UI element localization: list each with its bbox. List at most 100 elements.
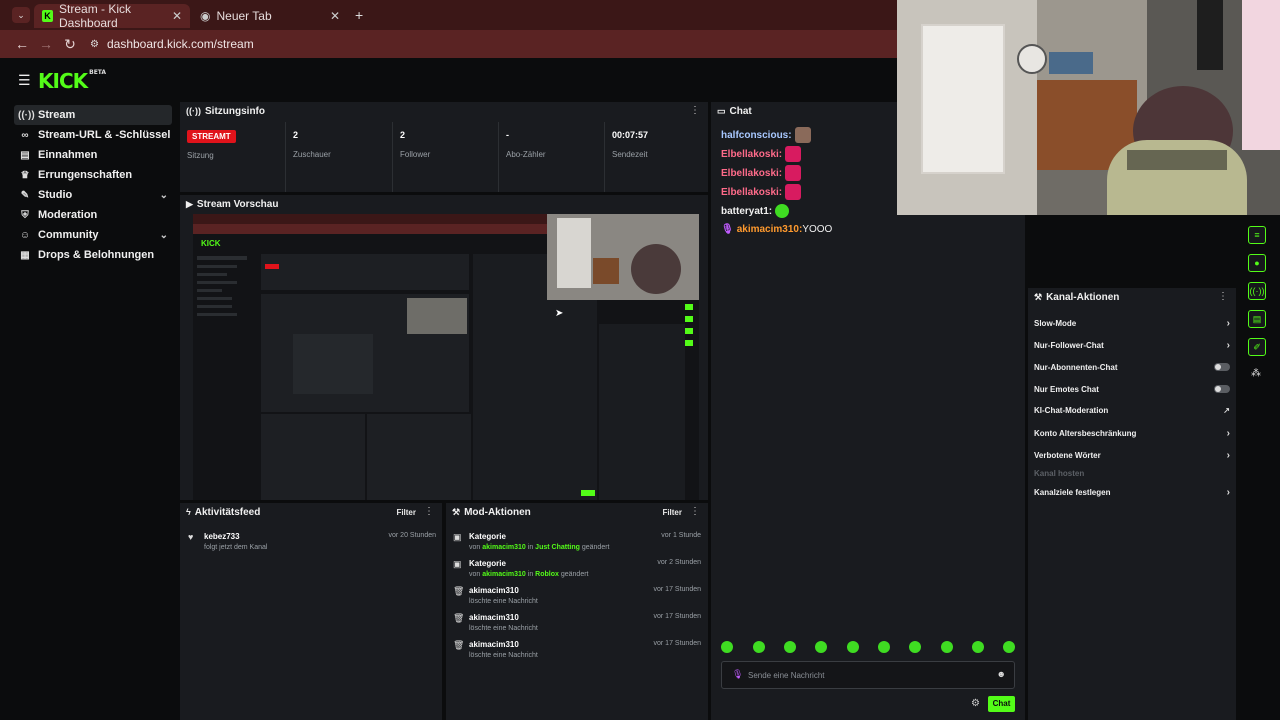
heart-icon: ♥ (188, 532, 194, 542)
emote-icon[interactable] (721, 641, 733, 653)
tab-label: Stream - Kick Dashboard (59, 2, 132, 30)
subs-stat: - Abo-Zähler (506, 130, 546, 159)
site-info-icon[interactable]: ⚙ (90, 39, 99, 50)
chat-input[interactable]: 🎙 Sende eine Nachricht ☻ (721, 661, 1015, 689)
sidebar-item-errungenschaften[interactable]: ♛ Errungenschaften (14, 165, 172, 185)
emote-icon[interactable] (909, 641, 921, 653)
age-restriction-item[interactable]: Konto Altersbeschränkung › (1034, 425, 1230, 441)
tab-list-icon[interactable]: ⌄ (12, 7, 30, 23)
emote-icon[interactable] (815, 641, 827, 653)
slow-mode-item[interactable]: Slow-Mode › (1034, 315, 1230, 331)
sidebar-item-stream-url[interactable]: ∞ Stream-URL & -Schlüssel (14, 125, 172, 145)
banned-words-item[interactable]: Verbotene Wörter › (1034, 447, 1230, 463)
url-field[interactable]: ⚙ dashboard.kick.com/stream (90, 34, 890, 54)
forward-icon[interactable]: → (38, 36, 54, 52)
emote-icon (785, 165, 802, 181)
chevron-down-icon: ⌄ (159, 229, 168, 241)
wrench-icon[interactable]: ✐ (1248, 338, 1266, 356)
emote-icon[interactable] (972, 641, 984, 653)
emote-icon[interactable] (941, 641, 953, 653)
sidebar-item-community[interactable]: ☺ Community ⌄ (14, 225, 172, 245)
category-icon: ▣ (453, 532, 462, 542)
hamburger-menu-icon[interactable]: ☰ (18, 72, 31, 89)
chat-bubble-icon[interactable]: ● (1248, 254, 1266, 272)
chevron-right-icon: › (1226, 427, 1230, 439)
live-status: STREAMT Sitzung (187, 130, 236, 160)
filter-button[interactable]: Filter (396, 508, 416, 517)
mini-icon-column (685, 304, 693, 414)
sub-chat-item: Nur-Abonnenten-Chat (1034, 359, 1230, 375)
chevron-right-icon: › (1226, 317, 1230, 329)
chat-message: halfconscious: (721, 127, 811, 143)
close-icon[interactable]: ✕ (330, 9, 340, 23)
emote-icon[interactable] (878, 641, 890, 653)
sidebar-item-moderation[interactable]: ⛨ Moderation (14, 205, 172, 225)
follower-chat-item[interactable]: Nur-Follower-Chat › (1034, 337, 1230, 353)
new-tab-icon[interactable]: + (355, 7, 363, 23)
list-item: 🗑 akimacim310 löschte eine Nachricht vor… (453, 586, 701, 605)
sidebar-item-drops[interactable]: ▦ Drops & Belohnungen (14, 245, 172, 265)
mod-badge-icon: 🎙 (721, 224, 734, 235)
trash-icon: 🗑 (453, 586, 465, 596)
chat-message: Elbellakoski: (721, 184, 802, 200)
globe-icon: ◉ (200, 9, 211, 23)
sidebar-item-einnahmen[interactable]: ▤ Einnahmen (14, 145, 172, 165)
shield-icon: ⛨ (21, 209, 29, 221)
emote-icon (785, 184, 802, 200)
kick-logo[interactable]: KICK BETA (38, 69, 106, 93)
close-icon[interactable]: ✕ (172, 9, 182, 23)
filter-button[interactable]: Filter (662, 508, 682, 517)
airtime-stat: 00:07:57 Sendezeit (612, 130, 649, 159)
kick-favicon-icon: K (42, 10, 54, 22)
tab-kick-dashboard[interactable]: K Stream - Kick Dashboard ✕ (34, 2, 190, 30)
stream-preview-video[interactable]: KICK ➤ (193, 214, 699, 500)
ai-moderation-item[interactable]: KI-Chat-Moderation ↗ (1034, 402, 1230, 418)
video-icon: ▶ (186, 198, 193, 209)
more-options-icon[interactable]: ⋮ (1218, 291, 1228, 302)
live-badge: STREAMT (187, 130, 236, 143)
add-widget-icon[interactable]: ⁂ (1251, 368, 1261, 379)
emote-icon (785, 146, 802, 162)
emote-chat-toggle[interactable] (1214, 385, 1230, 393)
chat-send-button[interactable]: Chat (988, 696, 1015, 712)
reload-icon[interactable]: ↻ (62, 36, 78, 52)
more-options-icon[interactable]: ⋮ (424, 506, 434, 517)
emote-icon[interactable] (847, 641, 859, 653)
trophy-icon: ♛ (20, 169, 30, 181)
bolt-icon: ϟ (186, 507, 191, 517)
session-info-panel: ((·)) Sitzungsinfo ⋮ STREAMT Sitzung 2 Zus… (180, 102, 708, 192)
back-icon[interactable]: ← (14, 36, 30, 52)
more-options-icon[interactable]: ⋮ (690, 506, 700, 517)
notes-icon[interactable]: ≡ (1248, 226, 1266, 244)
list-item: ▣ Kategorie von akimacim310 in Roblox ge… (453, 559, 701, 578)
channel-goals-item[interactable]: Kanalziele festlegen › (1034, 484, 1230, 500)
layout-icon[interactable]: ▤ (1248, 310, 1266, 328)
emote-icon[interactable] (1003, 641, 1015, 653)
chat-message: Elbellakoski: (721, 146, 802, 162)
more-options-icon[interactable]: ⋮ (690, 105, 700, 116)
gear-icon[interactable]: ⚙ (971, 698, 980, 709)
chevron-right-icon: › (1226, 486, 1230, 498)
external-link-icon: ↗ (1223, 405, 1230, 415)
chevron-right-icon: › (1226, 339, 1230, 351)
chevron-right-icon: › (1226, 449, 1230, 461)
emote-bar (721, 641, 1021, 657)
sub-chat-toggle[interactable] (1214, 363, 1230, 371)
broadcast-icon[interactable]: ((·)) (1248, 282, 1266, 300)
chat-message: batteryat1: (721, 204, 790, 218)
emote-icon[interactable] (753, 641, 765, 653)
sidebar-item-studio[interactable]: ✎ Studio ⌄ (14, 185, 172, 205)
link-icon: ∞ (21, 129, 29, 141)
emoji-icon[interactable]: ☻ (997, 669, 1006, 679)
emote-icon[interactable] (784, 641, 796, 653)
broadcast-icon: ((·)) (18, 109, 35, 121)
broadcast-icon: ((·)) (186, 106, 201, 116)
sidebar: ((·)) Stream ∞ Stream-URL & -Schlüssel ▤ Ei… (0, 102, 180, 720)
tools-icon: ⚒ (1034, 291, 1043, 302)
studio-icon: ✎ (20, 189, 30, 201)
tab-new-tab[interactable]: ◉ Neuer Tab ✕ (192, 4, 348, 28)
list-item: ♥ kebez733 folgt jetzt dem Kanal vor 20 … (188, 532, 436, 551)
gavel-icon: ⚒ (452, 506, 461, 517)
sidebar-item-stream[interactable]: ((·)) Stream (14, 105, 172, 125)
tab-label: Neuer Tab (216, 9, 272, 23)
